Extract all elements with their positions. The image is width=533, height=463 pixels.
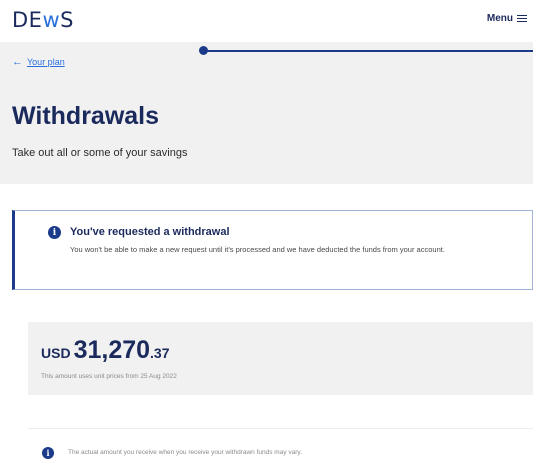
annotation-line [204,50,533,52]
balance-amount: USD 31,270.37 [41,336,170,365]
logo-text-accent: w [42,8,61,32]
page-header: ← Your plan Withdrawals Take out all or … [0,42,533,184]
logo-text-suffix: S [60,8,74,32]
page-subtitle: Take out all or some of your savings [12,147,188,159]
notice-title: You've requested a withdrawal [70,226,230,238]
balance-note: This amount uses unit prices from 25 Aug… [41,373,177,380]
back-link-label: Your plan [27,57,65,67]
notice-body: You won't be able to make a new request … [70,245,445,254]
balance-whole: 31,270 [73,336,151,364]
hamburger-icon [517,14,527,23]
balance-cents: .37 [150,345,170,361]
withdrawal-notice: i You've requested a withdrawal You won'… [12,210,533,290]
annotation-dot [199,46,208,55]
arrow-left-icon: ← [12,56,23,68]
menu-label: Menu [486,13,513,24]
info-icon: i [48,226,61,239]
info-note: i The actual amount you receive when you… [28,428,533,463]
page-title: Withdrawals [12,102,160,130]
balance-currency: USD [41,345,71,361]
info-note-text: The actual amount you receive when you r… [68,449,302,456]
info-icon: i [42,447,54,459]
balance-panel: USD 31,270.37 This amount uses unit price… [28,322,533,395]
menu-button[interactable]: Menu [487,13,527,24]
back-link[interactable]: ← Your plan [12,56,65,68]
top-bar: DEwS Menu [0,0,533,42]
logo[interactable]: DEwS [12,8,74,32]
logo-text-prefix: DE [12,8,43,32]
